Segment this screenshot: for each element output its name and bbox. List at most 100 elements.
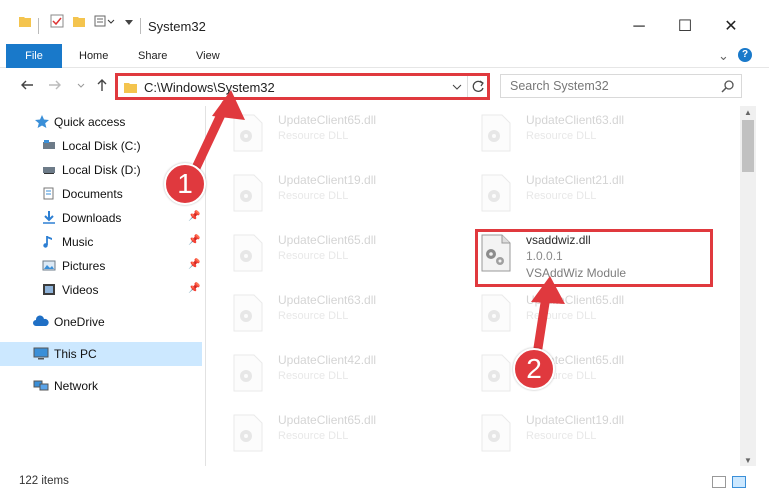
dll-file-icon — [480, 114, 512, 152]
scroll-up-icon[interactable]: ▲ — [744, 108, 752, 117]
sidebar-item-downloads[interactable]: Downloads 📌 — [0, 206, 202, 230]
address-bar[interactable]: C:\Windows\System32 — [115, 73, 490, 100]
large-icons-view-icon[interactable] — [732, 476, 746, 488]
file-name: UpdateClient42.dll — [278, 353, 377, 367]
pin-icon[interactable]: 📌 — [188, 235, 200, 246]
sidebar-item-quick-access[interactable]: Quick access — [0, 110, 202, 134]
file-list: UpdateClient65.dll Resource DLL UpdateCl… — [210, 106, 738, 466]
file-name: UpdateClient65.dll — [278, 413, 377, 427]
download-icon — [42, 211, 56, 224]
videos-icon — [42, 283, 56, 296]
pane-divider[interactable] — [205, 106, 206, 466]
sidebar-item-local-disk-c[interactable]: Local Disk (C:) — [0, 134, 202, 158]
pin-icon[interactable]: 📌 — [188, 259, 200, 270]
file-name: UpdateClient19.dll — [278, 173, 377, 187]
navigation-pane: Quick access Local Disk (C:) Local Disk … — [0, 106, 205, 466]
drive-icon — [42, 163, 56, 176]
sidebar-item-label: Music — [62, 235, 94, 249]
file-name: UpdateClient63.dll — [278, 293, 377, 307]
file-type: Resource DLL — [278, 250, 349, 262]
file-name: UpdateClient19.dll — [526, 413, 625, 427]
file-item[interactable]: UpdateClient63.dll Resource DLL — [212, 286, 452, 342]
search-input[interactable]: Search System32 — [500, 74, 742, 98]
item-count: 122 items — [19, 475, 69, 487]
file-name: UpdateClient65.dll — [526, 293, 625, 307]
tab-file[interactable]: File — [6, 44, 62, 68]
file-item[interactable]: UpdateClient65.dll Resource DLL — [460, 346, 700, 402]
file-item[interactable]: UpdateClient19.dll Resource DLL — [212, 166, 452, 222]
sidebar-item-videos[interactable]: Videos 📌 — [0, 278, 202, 302]
address-dropdown-icon[interactable] — [452, 81, 462, 96]
file-type: Resource DLL — [278, 310, 349, 322]
ribbon-expand-button[interactable]: ⌄ — [718, 44, 729, 68]
callout-badge-1: 1 — [164, 163, 206, 205]
ribbon: File Home Share View ⌄ ? — [0, 40, 769, 68]
folder-icon[interactable] — [18, 14, 32, 31]
customize-toolbar-icon[interactable] — [124, 14, 134, 31]
title-bar: System32 ─ ☐ ✕ — [0, 0, 769, 40]
sidebar-item-label: This PC — [54, 347, 97, 361]
refresh-icon[interactable] — [472, 80, 485, 96]
file-item[interactable]: UpdateClient65.dll Resource DLL — [212, 406, 452, 462]
help-icon[interactable]: ? — [738, 48, 752, 62]
sidebar-item-label: Quick access — [54, 115, 126, 129]
sidebar-item-onedrive[interactable]: OneDrive — [0, 310, 202, 334]
pin-icon[interactable]: 📌 — [188, 283, 200, 294]
pin-icon[interactable]: 📌 — [188, 211, 200, 222]
sidebar-item-pictures[interactable]: Pictures 📌 — [0, 254, 202, 278]
vertical-scrollbar[interactable]: ▲ ▼ — [740, 106, 756, 466]
sidebar-item-label: OneDrive — [54, 315, 105, 329]
dll-file-icon — [480, 294, 512, 332]
new-folder-icon[interactable] — [72, 14, 86, 31]
sidebar-item-label: Videos — [62, 283, 99, 297]
view-options-icon[interactable] — [94, 14, 116, 31]
sidebar-item-this-pc[interactable]: This PC — [0, 342, 202, 366]
address-divider — [467, 76, 468, 97]
forward-arrow-icon[interactable] — [48, 78, 62, 96]
file-item[interactable]: UpdateClient65.dll Resource DLL — [460, 286, 700, 342]
scroll-down-icon[interactable]: ▼ — [744, 456, 752, 465]
file-type: Resource DLL — [278, 130, 349, 142]
file-item[interactable]: UpdateClient63.dll Resource DLL — [460, 106, 700, 162]
sidebar-item-network[interactable]: Network — [0, 374, 202, 398]
minimize-button[interactable]: ─ — [616, 14, 662, 40]
window-title: System32 — [148, 19, 206, 34]
file-item[interactable]: UpdateClient42.dll Resource DLL — [212, 346, 452, 402]
file-item[interactable]: UpdateClient21.dll Resource DLL — [460, 166, 700, 222]
network-icon — [33, 379, 49, 392]
file-item[interactable]: UpdateClient19.dll Resource DLL — [460, 406, 700, 462]
tab-share[interactable]: Share — [138, 44, 167, 68]
file-name: UpdateClient63.dll — [526, 113, 625, 127]
search-placeholder: Search System32 — [510, 79, 609, 93]
file-type: Resource DLL — [526, 310, 597, 322]
recent-locations-icon[interactable] — [76, 78, 86, 96]
properties-icon[interactable] — [50, 14, 64, 31]
close-button[interactable]: ✕ — [708, 14, 754, 40]
sidebar-item-label: Local Disk (D:) — [62, 163, 141, 177]
scrollbar-thumb[interactable] — [742, 120, 754, 172]
file-name: UpdateClient65.dll — [278, 233, 377, 247]
sidebar-item-label: Documents — [62, 187, 123, 201]
search-icon[interactable] — [721, 79, 735, 96]
details-view-icon[interactable] — [712, 476, 726, 488]
dll-file-icon — [480, 414, 512, 452]
callout-badge-2: 2 — [513, 348, 555, 390]
tab-view[interactable]: View — [196, 44, 220, 68]
file-type: Resource DLL — [278, 430, 349, 442]
dll-file-icon — [232, 174, 264, 212]
dll-file-icon — [232, 294, 264, 332]
tab-home[interactable]: Home — [79, 44, 108, 68]
address-path[interactable]: C:\Windows\System32 — [144, 80, 275, 95]
file-item[interactable]: UpdateClient65.dll Resource DLL — [212, 226, 452, 282]
status-bar: 122 items — [0, 468, 769, 503]
back-arrow-icon[interactable] — [20, 78, 34, 96]
file-type: Resource DLL — [526, 430, 597, 442]
dll-file-icon — [232, 114, 264, 152]
sidebar-item-music[interactable]: Music 📌 — [0, 230, 202, 254]
pictures-icon — [42, 259, 56, 272]
file-item[interactable]: UpdateClient65.dll Resource DLL — [212, 106, 452, 162]
up-arrow-icon[interactable] — [95, 78, 109, 96]
maximize-button[interactable]: ☐ — [662, 14, 708, 40]
navigation-bar: C:\Windows\System32 Search System32 — [0, 68, 769, 106]
drive-icon — [42, 139, 56, 152]
